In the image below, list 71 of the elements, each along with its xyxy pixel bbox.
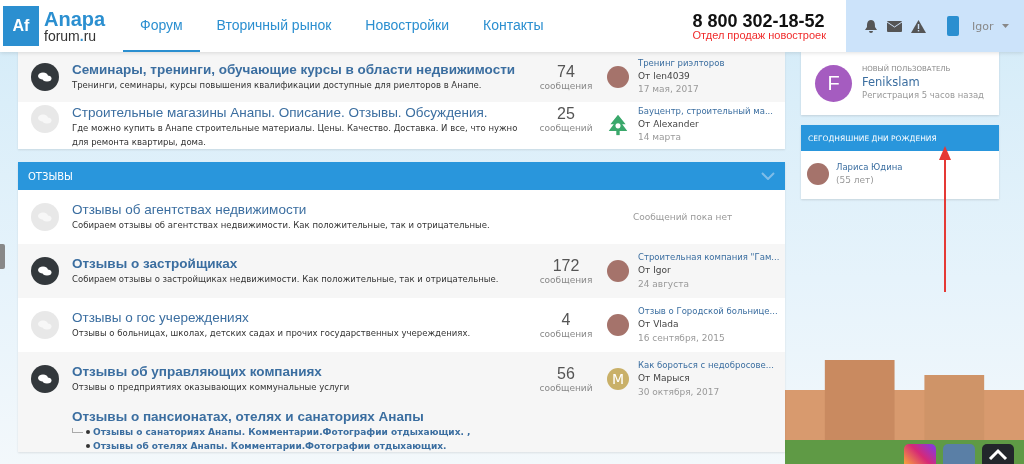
last-post-author[interactable]: От Igor	[638, 264, 780, 278]
user-menu[interactable]: Igor	[972, 19, 994, 33]
message-count: 4	[561, 311, 571, 330]
logo-mark[interactable]: Af	[3, 6, 39, 46]
caret-icon[interactable]	[1002, 24, 1010, 28]
last-post-title[interactable]: Как бороться с недобросове...	[638, 359, 774, 373]
registration-note: Регистрация 5 часов назад	[862, 90, 984, 102]
forum-description: Отзывы о предприятиях оказывающих коммунальные услуги	[72, 380, 351, 394]
forum-description: Отзывы о больницах, школах, детских садах и прочих государственных учереждениях.	[72, 326, 472, 340]
avatar-photo-placeholder[interactable]	[607, 314, 629, 337]
nav-tab[interactable]: Вторичный рынок	[199, 0, 349, 52]
message-count-label: сообщений	[539, 383, 593, 394]
phone-number: 8 800 302-18-52	[692, 11, 826, 30]
forum-description: Где можно купить в Анапе строительные материалы. Цены. Качество. Доставка. И все, что нужно для ремонта квартиры, дома.	[72, 122, 519, 149]
message-count: 25	[557, 105, 575, 123]
forum-title[interactable]: Отзывы об агентствах недвижимости	[72, 201, 529, 217]
message-count: 172	[552, 257, 580, 276]
instagram-icon[interactable]	[904, 444, 936, 464]
subforum-link[interactable]: Отзывы о санаториях Анапы. Комментарии.Фотографии отдыхающих. ,	[93, 426, 471, 439]
new-user-name[interactable]: Fenikslam	[862, 74, 984, 91]
bullet	[86, 444, 90, 449]
no-messages-note: Сообщений пока нет	[632, 212, 733, 223]
last-post-date: 30 октября, 2017	[638, 385, 721, 399]
last-post-author[interactable]: От Alexander	[638, 117, 773, 132]
forum-description: Собираем отзывы о застройщиках недвижимости. Как положительные, так и отрицательные.	[72, 272, 500, 286]
last-post-date: 17 мая, 2017	[638, 83, 700, 97]
last-post-date: 14 марта	[638, 131, 683, 145]
last-post-author[interactable]: От len4039	[638, 69, 725, 84]
subforum-link[interactable]: Отзывы об отелях Анапы. Комментарии.Фотографии отдыхающих.	[93, 440, 447, 453]
last-post-title[interactable]: Строительная компания "Гам...	[638, 251, 780, 265]
avatar-photo-placeholder[interactable]	[607, 66, 629, 88]
nav-tab[interactable]: Новостройки	[348, 0, 467, 52]
forum-description: Тренинги, семинары, курсы повышения квалификации доступные для риелторов в Анапе.	[72, 78, 483, 92]
message-count-label: сообщения	[539, 81, 593, 91]
tree-logo-icon[interactable]	[607, 113, 629, 136]
bullet	[86, 430, 90, 435]
tree-connector	[72, 427, 83, 433]
chevron-up-icon	[988, 448, 1008, 460]
birthday-age: (55 лет)	[836, 173, 875, 187]
last-post-date: 24 августа	[638, 277, 690, 291]
scroll-up-button[interactable]	[982, 444, 1014, 464]
forum-title[interactable]: Отзывы об управляющих компаниях	[72, 363, 529, 379]
phone-note: Отдел продаж новостроек	[692, 29, 826, 41]
forum-description: Собираем отзывы об агентствах недвижимости. Как положительные, так и отрицательные.	[72, 218, 491, 232]
avatar-photo-placeholder[interactable]	[807, 163, 829, 186]
last-post-author[interactable]: От Vlada	[638, 318, 778, 332]
section-title: ОТЗЫВЫ	[28, 170, 73, 182]
bell-icon[interactable]	[864, 18, 878, 34]
forum-title[interactable]: Отзывы о застройщиках	[72, 255, 529, 271]
last-post-author[interactable]: От Марыся	[638, 372, 774, 386]
message-count: 56	[557, 365, 575, 384]
avatar-photo-placeholder[interactable]	[607, 260, 629, 283]
last-post-title[interactable]: Отзыв о Городской больнице...	[638, 305, 778, 319]
nav-tab[interactable]: Контакты	[466, 0, 561, 52]
forum-title[interactable]: Строительные магазины Анапы. Описание. Отзывы. Обсуждения.	[72, 105, 529, 120]
last-post-title[interactable]: Тренинг риэлторов	[638, 57, 725, 70]
message-count-label: сообщений	[539, 123, 593, 133]
section-header[interactable]: ОТЗЫВЫ	[18, 162, 785, 191]
message-count-label: сообщения	[539, 329, 593, 340]
last-post-date: 16 сентября, 2015	[638, 331, 726, 345]
letter-avatar[interactable]: F	[815, 65, 852, 102]
forum-title[interactable]: Семинары, тренинги, обучающие курсы в области недвижимости	[72, 61, 529, 77]
forum-title[interactable]: Отзывы о гос учереждениях	[72, 309, 529, 325]
forum-title[interactable]: Отзывы о пансионатах, отелях и санаториях Анапы	[72, 409, 529, 425]
birthday-name[interactable]: Лариса Юдина	[836, 161, 903, 174]
logo-domain[interactable]: forum.ru	[44, 29, 106, 43]
message-count: 74	[557, 63, 575, 81]
mail-icon[interactable]	[887, 20, 902, 32]
warning-icon[interactable]	[911, 19, 926, 33]
last-post-title[interactable]: Бауцентр, строительный ма...	[638, 105, 773, 118]
message-count-label: сообщения	[539, 275, 593, 286]
